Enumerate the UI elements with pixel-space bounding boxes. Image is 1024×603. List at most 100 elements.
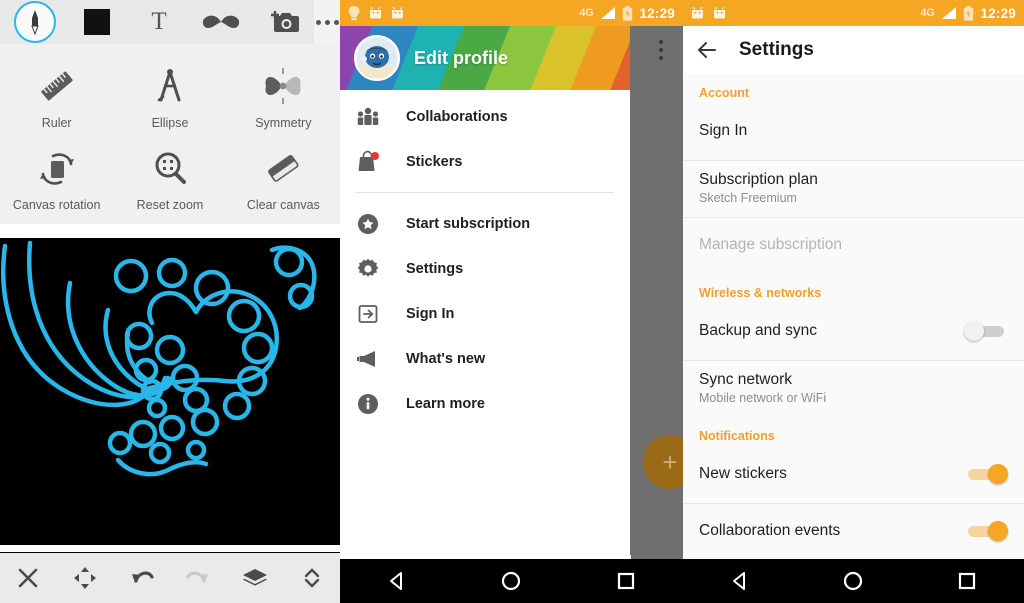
three-panel-screenshot: T Ruler Ellipse Symmetry Canvas rotation… xyxy=(0,0,1024,603)
text-icon: T xyxy=(151,8,167,35)
tool-reset-zoom[interactable]: Reset zoom xyxy=(113,136,226,212)
compass-icon xyxy=(146,60,194,112)
back-arrow-icon[interactable] xyxy=(695,38,719,62)
floating-action-button[interactable]: + xyxy=(643,435,683,489)
backup-and-sync-toggle[interactable] xyxy=(964,321,1008,341)
brush-tool-button[interactable] xyxy=(4,0,66,44)
clock: 12:29 xyxy=(639,5,675,21)
tool-ellipse[interactable]: Ellipse xyxy=(113,54,226,130)
row-title: Sign In xyxy=(699,122,748,139)
home-circle-icon[interactable] xyxy=(841,569,865,593)
expand-button[interactable] xyxy=(290,556,334,600)
add-photo-button[interactable] xyxy=(252,0,314,44)
drawer-header[interactable]: Edit profile xyxy=(340,26,630,90)
text-tool-button[interactable]: T xyxy=(128,0,190,44)
toolbar-overflow-button[interactable] xyxy=(314,0,340,44)
color-swatch-button[interactable] xyxy=(66,0,128,44)
plus-icon: + xyxy=(662,447,678,477)
star-badge-icon xyxy=(356,212,400,236)
dot-icon xyxy=(324,19,330,25)
drawer-item-whats-new[interactable]: What's new xyxy=(340,336,630,381)
toggle-knob xyxy=(964,321,984,341)
drawer-item-label: Learn more xyxy=(406,395,485,412)
row-title: New stickers xyxy=(699,465,787,482)
drawer-item-collaborations[interactable]: Collaborations xyxy=(340,94,630,139)
settings-row-new-stickers[interactable]: New stickers xyxy=(683,447,1024,503)
tool-label: Ruler xyxy=(41,116,72,130)
dot-icon xyxy=(333,19,339,25)
settings-list: Account Sign In Subscription plan Sketch… xyxy=(683,74,1024,559)
tool-clear-canvas[interactable]: Clear canvas xyxy=(227,136,340,212)
settings-row-sign-in[interactable]: Sign In xyxy=(683,104,1024,160)
recents-square-icon[interactable] xyxy=(955,569,979,593)
section-header-notifications: Notifications xyxy=(699,429,775,443)
tool-label: Symmetry xyxy=(255,116,312,130)
tool-label: Reset zoom xyxy=(136,198,204,212)
moustache-icon xyxy=(202,15,240,28)
tool-ruler[interactable]: Ruler xyxy=(0,54,113,130)
tool-label: Ellipse xyxy=(151,116,189,130)
people-icon xyxy=(356,106,400,128)
canvas-bottom-toolbar xyxy=(0,552,340,603)
shopping-bag-icon xyxy=(356,150,400,174)
android-icon xyxy=(692,6,703,19)
eraser-icon xyxy=(259,142,307,194)
android-nav-bar xyxy=(340,559,683,603)
color-swatch-icon xyxy=(84,9,110,35)
drawer-item-label: Start subscription xyxy=(406,215,531,232)
tool-canvas-rotation[interactable]: Canvas rotation xyxy=(0,136,113,212)
move-button[interactable] xyxy=(63,556,107,600)
behind-overflow-button[interactable] xyxy=(659,40,663,60)
ruler-icon xyxy=(33,60,81,112)
settings-row-backup-and-sync[interactable]: Backup and sync xyxy=(683,304,1024,360)
drawer-item-start-subscription[interactable]: Start subscription xyxy=(340,201,630,246)
settings-row-subscription-plan[interactable]: Subscription plan Sketch Freemium xyxy=(683,161,1024,217)
drawer-menu: Collaborations Stickers Start subscripti… xyxy=(340,90,630,559)
dot-icon xyxy=(659,48,663,52)
move-arrows-icon xyxy=(73,567,96,589)
recents-square-icon[interactable] xyxy=(614,569,638,593)
dot-icon xyxy=(659,56,663,60)
tool-label: Canvas rotation xyxy=(12,198,101,212)
tool-symmetry[interactable]: Symmetry xyxy=(227,54,340,130)
settings-row-manage-subscription: Manage subscription xyxy=(683,218,1024,274)
chevron-up-down-icon xyxy=(304,568,319,588)
new-stickers-toggle[interactable] xyxy=(964,464,1008,484)
battery-icon xyxy=(623,5,633,21)
tool-label: Clear canvas xyxy=(246,198,320,212)
drawer-divider xyxy=(356,192,614,193)
drawer-item-learn-more[interactable]: Learn more xyxy=(340,381,630,426)
collaboration-events-toggle[interactable] xyxy=(964,521,1008,541)
megaphone-icon xyxy=(356,347,400,371)
brush-icon xyxy=(14,1,56,43)
settings-row-sync-network[interactable]: Sync network Mobile network or WiFi xyxy=(683,361,1024,417)
drawing-canvas[interactable] xyxy=(0,238,340,545)
close-icon xyxy=(19,568,38,588)
sticker-tool-button[interactable] xyxy=(190,0,252,44)
drawer-item-settings[interactable]: Settings xyxy=(340,246,630,291)
drawer-item-stickers[interactable]: Stickers xyxy=(340,139,630,184)
gear-icon xyxy=(356,257,400,281)
drawer-title: Edit profile xyxy=(414,47,508,68)
panel-navigation-drawer: 4G 12:29 + Edit profile Collaborations S… xyxy=(340,0,683,603)
android-icon xyxy=(392,6,403,19)
layers-button[interactable] xyxy=(233,556,277,600)
dot-icon xyxy=(315,19,321,25)
bulb-icon xyxy=(348,5,360,20)
settings-app-bar: Settings xyxy=(683,26,1024,74)
undo-icon xyxy=(131,571,154,583)
toggle-knob xyxy=(988,464,1008,484)
row-title: Backup and sync xyxy=(699,322,818,339)
android-icon xyxy=(370,6,381,19)
redo-button[interactable] xyxy=(176,556,220,600)
close-button[interactable] xyxy=(6,556,50,600)
back-triangle-icon[interactable] xyxy=(728,569,752,593)
tool-options-grid: Ruler Ellipse Symmetry Canvas rotation R… xyxy=(0,44,340,224)
drawer-item-sign-in[interactable]: Sign In xyxy=(340,291,630,336)
undo-button[interactable] xyxy=(120,556,164,600)
home-circle-icon[interactable] xyxy=(499,569,523,593)
avatar[interactable] xyxy=(354,35,400,81)
settings-row-collaboration-events[interactable]: Collaboration events xyxy=(683,504,1024,559)
drawer-item-label: Collaborations xyxy=(406,108,508,125)
back-triangle-icon[interactable] xyxy=(385,569,409,593)
